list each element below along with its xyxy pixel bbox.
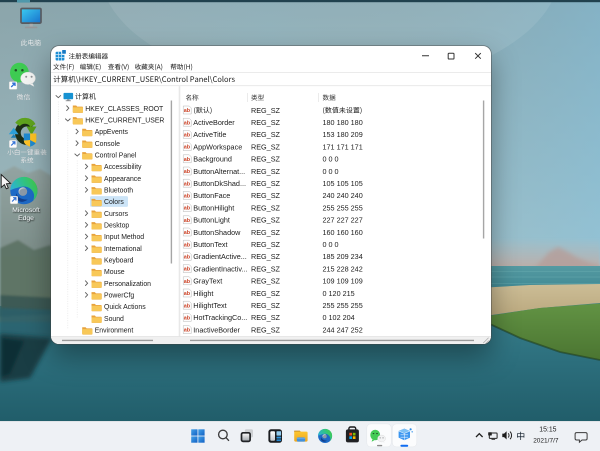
svg-text:ab: ab bbox=[184, 132, 191, 138]
svg-text:180 180 180: 180 180 180 bbox=[322, 117, 362, 126]
svg-text:Colors: Colors bbox=[104, 199, 124, 206]
svg-text:REG_SZ: REG_SZ bbox=[251, 227, 281, 236]
svg-text:244 247 252: 244 247 252 bbox=[322, 325, 362, 334]
svg-text:REG_SZ: REG_SZ bbox=[251, 313, 281, 322]
svg-text:Personalization: Personalization bbox=[104, 280, 151, 287]
svg-text:REG_SZ: REG_SZ bbox=[251, 300, 281, 309]
svg-text:ab: ab bbox=[184, 254, 191, 260]
svg-text:REG_SZ: REG_SZ bbox=[251, 166, 281, 175]
svg-text:ab: ab bbox=[184, 266, 191, 272]
svg-text:REG_SZ: REG_SZ bbox=[251, 215, 281, 224]
svg-text:227 227 227: 227 227 227 bbox=[322, 215, 362, 224]
svg-text:Control Panel: Control Panel bbox=[95, 152, 137, 159]
svg-text:0 120 215: 0 120 215 bbox=[322, 288, 354, 297]
svg-text:255 255 255: 255 255 255 bbox=[322, 300, 362, 309]
svg-text:ButtonAlternat...: ButtonAlternat... bbox=[193, 166, 245, 175]
svg-text:REG_SZ: REG_SZ bbox=[251, 239, 281, 248]
svg-text:ab: ab bbox=[184, 120, 191, 126]
svg-text:ab: ab bbox=[184, 156, 191, 162]
svg-text:HKEY_CURRENT_USER: HKEY_CURRENT_USER bbox=[85, 117, 164, 124]
svg-text:HKEY_CLASSES_ROOT: HKEY_CLASSES_ROOT bbox=[85, 105, 164, 112]
svg-text:ab: ab bbox=[184, 169, 191, 175]
svg-text:Mouse: Mouse bbox=[104, 269, 125, 276]
svg-text:REG_SZ: REG_SZ bbox=[251, 130, 281, 139]
svg-text:GradientInactiv...: GradientInactiv... bbox=[193, 264, 247, 273]
svg-text:ButtonFace: ButtonFace bbox=[193, 191, 230, 200]
svg-text:REG_SZ: REG_SZ bbox=[251, 203, 281, 212]
svg-text:215 228 242: 215 228 242 bbox=[322, 264, 362, 273]
svg-text:ButtonLight: ButtonLight bbox=[193, 215, 230, 224]
svg-text:Sound: Sound bbox=[104, 315, 124, 322]
svg-text:ButtonHilight: ButtonHilight bbox=[193, 203, 234, 212]
svg-text:0 102 204: 0 102 204 bbox=[322, 313, 354, 322]
svg-text:0 0 0: 0 0 0 bbox=[322, 239, 338, 248]
svg-text:2021/7/7: 2021/7/7 bbox=[533, 438, 559, 445]
svg-text:ab: ab bbox=[184, 303, 191, 309]
svg-text:ab: ab bbox=[184, 217, 191, 223]
svg-text:0 0 0: 0 0 0 bbox=[322, 154, 338, 163]
svg-text:ActiveBorder: ActiveBorder bbox=[193, 117, 235, 126]
svg-text:ab: ab bbox=[184, 315, 191, 321]
svg-text:Microsoft: Microsoft bbox=[12, 207, 40, 214]
svg-text:REG_SZ: REG_SZ bbox=[251, 288, 281, 297]
svg-text:ActiveTitle: ActiveTitle bbox=[193, 130, 226, 139]
svg-text:ab: ab bbox=[184, 181, 191, 187]
svg-text:185 209 234: 185 209 234 bbox=[322, 252, 362, 261]
svg-text:REG_SZ: REG_SZ bbox=[251, 276, 281, 285]
svg-text:ab: ab bbox=[184, 230, 191, 236]
svg-text:ab: ab bbox=[184, 242, 191, 248]
svg-text:Bluetooth: Bluetooth bbox=[104, 187, 133, 194]
svg-text:Cursors: Cursors bbox=[104, 210, 129, 217]
svg-text:ButtonDkShad...: ButtonDkShad... bbox=[193, 178, 246, 187]
svg-text:Hilight: Hilight bbox=[193, 288, 213, 297]
svg-text:Background: Background bbox=[193, 154, 232, 163]
svg-text:International: International bbox=[104, 245, 142, 252]
svg-text:GrayText: GrayText bbox=[193, 276, 222, 285]
svg-text:REG_SZ: REG_SZ bbox=[251, 264, 281, 273]
svg-text:109 109 109: 109 109 109 bbox=[322, 276, 362, 285]
svg-text:0 0 0: 0 0 0 bbox=[322, 166, 338, 175]
svg-text:ButtonShadow: ButtonShadow bbox=[193, 227, 241, 236]
svg-text:ab: ab bbox=[184, 108, 191, 114]
svg-text:REG_SZ: REG_SZ bbox=[251, 178, 281, 187]
svg-text:ab: ab bbox=[184, 278, 191, 284]
svg-text:AppWorkspace: AppWorkspace bbox=[193, 142, 242, 151]
svg-text:AppEvents: AppEvents bbox=[95, 129, 129, 136]
svg-text:171 171 171: 171 171 171 bbox=[322, 142, 362, 151]
svg-text:HotTrackingCo...: HotTrackingCo... bbox=[193, 313, 247, 322]
svg-text:PowerCfg: PowerCfg bbox=[104, 292, 134, 299]
svg-text:105 105 105: 105 105 105 bbox=[322, 178, 362, 187]
svg-text:REG_SZ: REG_SZ bbox=[251, 154, 281, 163]
svg-text:REG_SZ: REG_SZ bbox=[251, 117, 281, 126]
svg-text:Appearance: Appearance bbox=[104, 175, 141, 182]
svg-text:ab: ab bbox=[184, 193, 191, 199]
svg-text:ab: ab bbox=[184, 291, 191, 297]
svg-text:Console: Console bbox=[95, 140, 120, 147]
svg-text:GradientActive...: GradientActive... bbox=[193, 252, 246, 261]
svg-text:Keyboard: Keyboard bbox=[104, 257, 134, 264]
svg-text:Environment: Environment bbox=[95, 327, 134, 334]
svg-text:Accessibility: Accessibility bbox=[104, 164, 142, 171]
svg-text:REG_SZ: REG_SZ bbox=[251, 105, 281, 114]
svg-text:ButtonText: ButtonText bbox=[193, 239, 227, 248]
svg-text:Edge: Edge bbox=[18, 215, 34, 222]
svg-text:REG_SZ: REG_SZ bbox=[251, 142, 281, 151]
svg-text:255 255 255: 255 255 255 bbox=[322, 203, 362, 212]
svg-text:ab: ab bbox=[184, 327, 191, 333]
svg-text:REG_SZ: REG_SZ bbox=[251, 191, 281, 200]
svg-text:REG_SZ: REG_SZ bbox=[251, 325, 281, 334]
svg-text:160 160 160: 160 160 160 bbox=[322, 227, 362, 236]
svg-text:HilightText: HilightText bbox=[193, 300, 226, 309]
svg-text:240 240 240: 240 240 240 bbox=[322, 191, 362, 200]
svg-text:Input Method: Input Method bbox=[104, 234, 144, 241]
svg-text:ab: ab bbox=[184, 205, 191, 211]
svg-text:Quick Actions: Quick Actions bbox=[104, 304, 146, 311]
svg-text:Desktop: Desktop bbox=[104, 222, 129, 229]
svg-text:15:15: 15:15 bbox=[539, 427, 556, 434]
svg-text:ab: ab bbox=[184, 144, 191, 150]
svg-text:InactiveBorder: InactiveBorder bbox=[193, 325, 240, 334]
svg-text:REG_SZ: REG_SZ bbox=[251, 252, 281, 261]
svg-text:153 180 209: 153 180 209 bbox=[322, 130, 362, 139]
